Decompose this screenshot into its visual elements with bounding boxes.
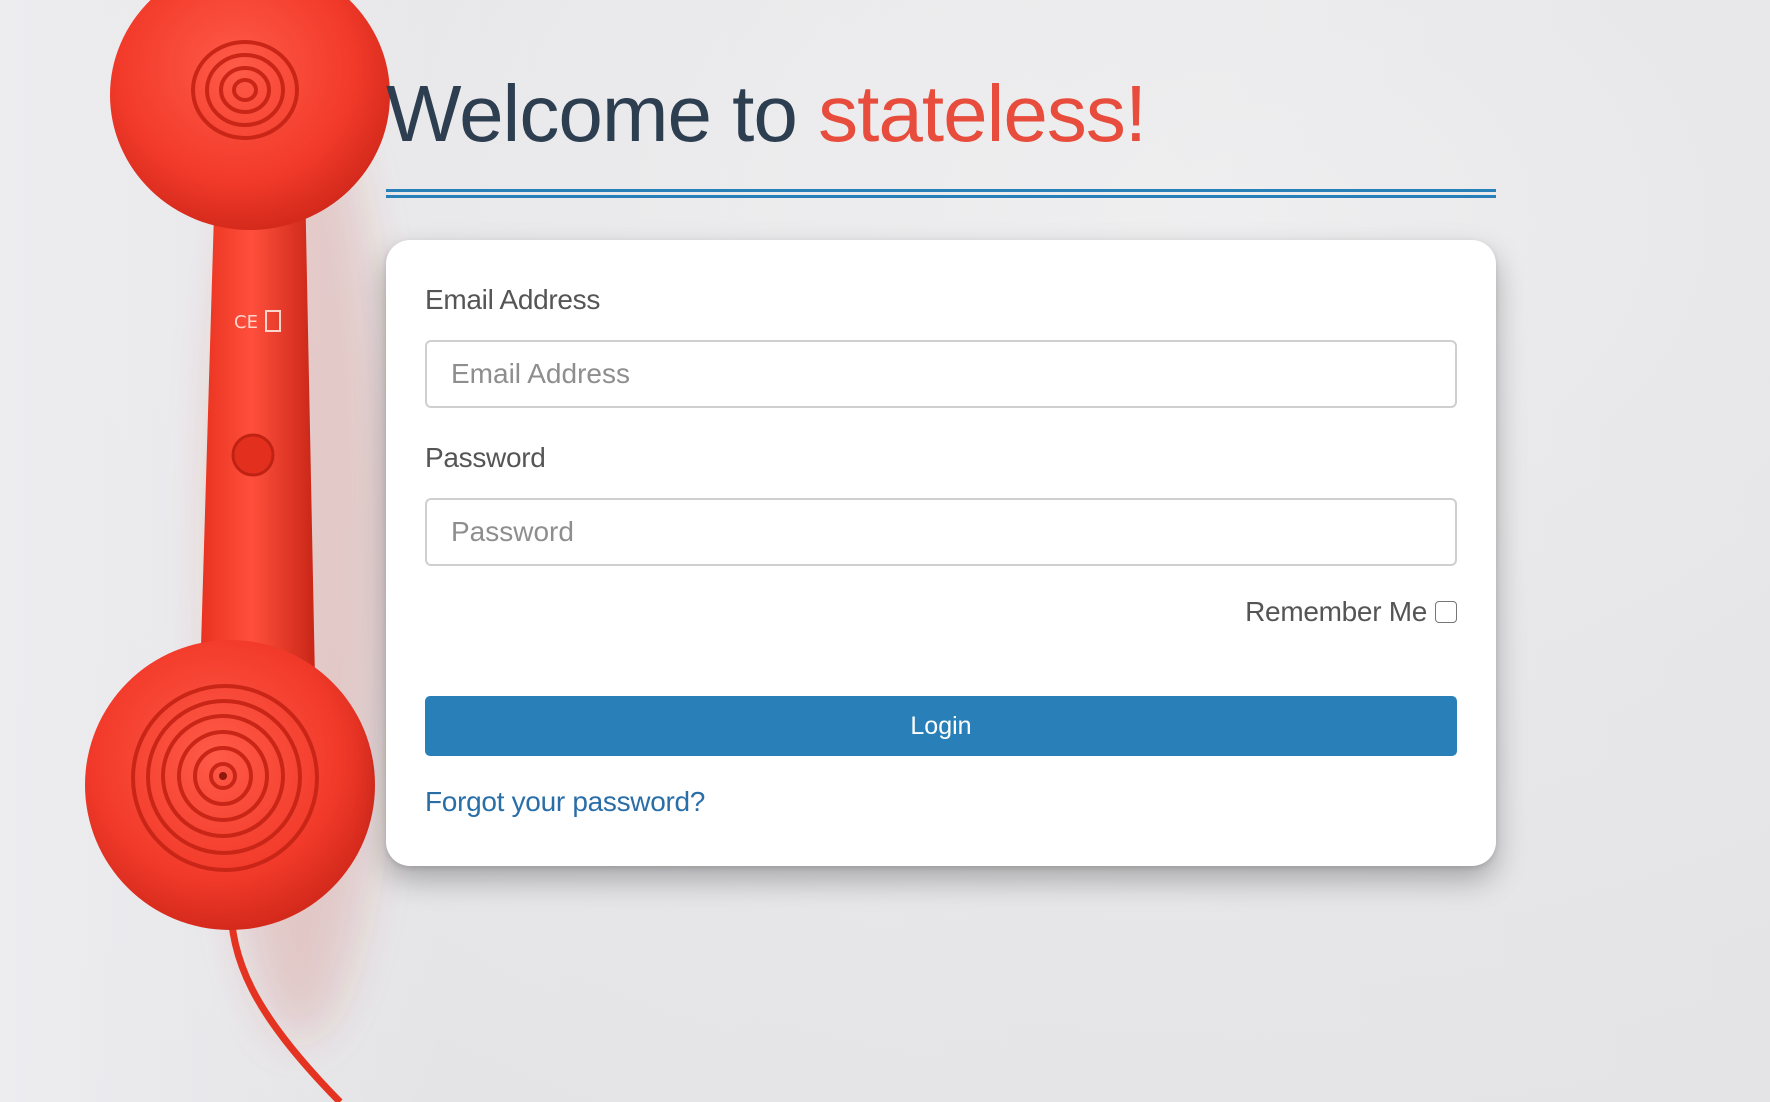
brand-name: stateless! — [818, 69, 1147, 158]
telephone-handset-icon: CE — [85, 0, 390, 1102]
remember-me-checkbox[interactable] — [1435, 601, 1457, 623]
password-input[interactable] — [425, 498, 1457, 566]
remember-me-label: Remember Me — [1245, 596, 1427, 627]
forgot-password-link[interactable]: Forgot your password? — [425, 786, 705, 818]
email-input[interactable] — [425, 340, 1457, 408]
welcome-text: Welcome to — [386, 69, 819, 158]
email-label: Email Address — [425, 284, 601, 315]
svg-text:CE: CE — [234, 312, 258, 333]
login-button[interactable]: Login — [425, 696, 1457, 756]
password-label: Password — [425, 442, 546, 473]
title-divider — [386, 189, 1496, 198]
page-title: Welcome to stateless! — [386, 69, 1147, 158]
login-card: Email Address Password Remember Me Login… — [386, 240, 1496, 866]
remember-me-row: Remember Me — [1245, 596, 1457, 628]
